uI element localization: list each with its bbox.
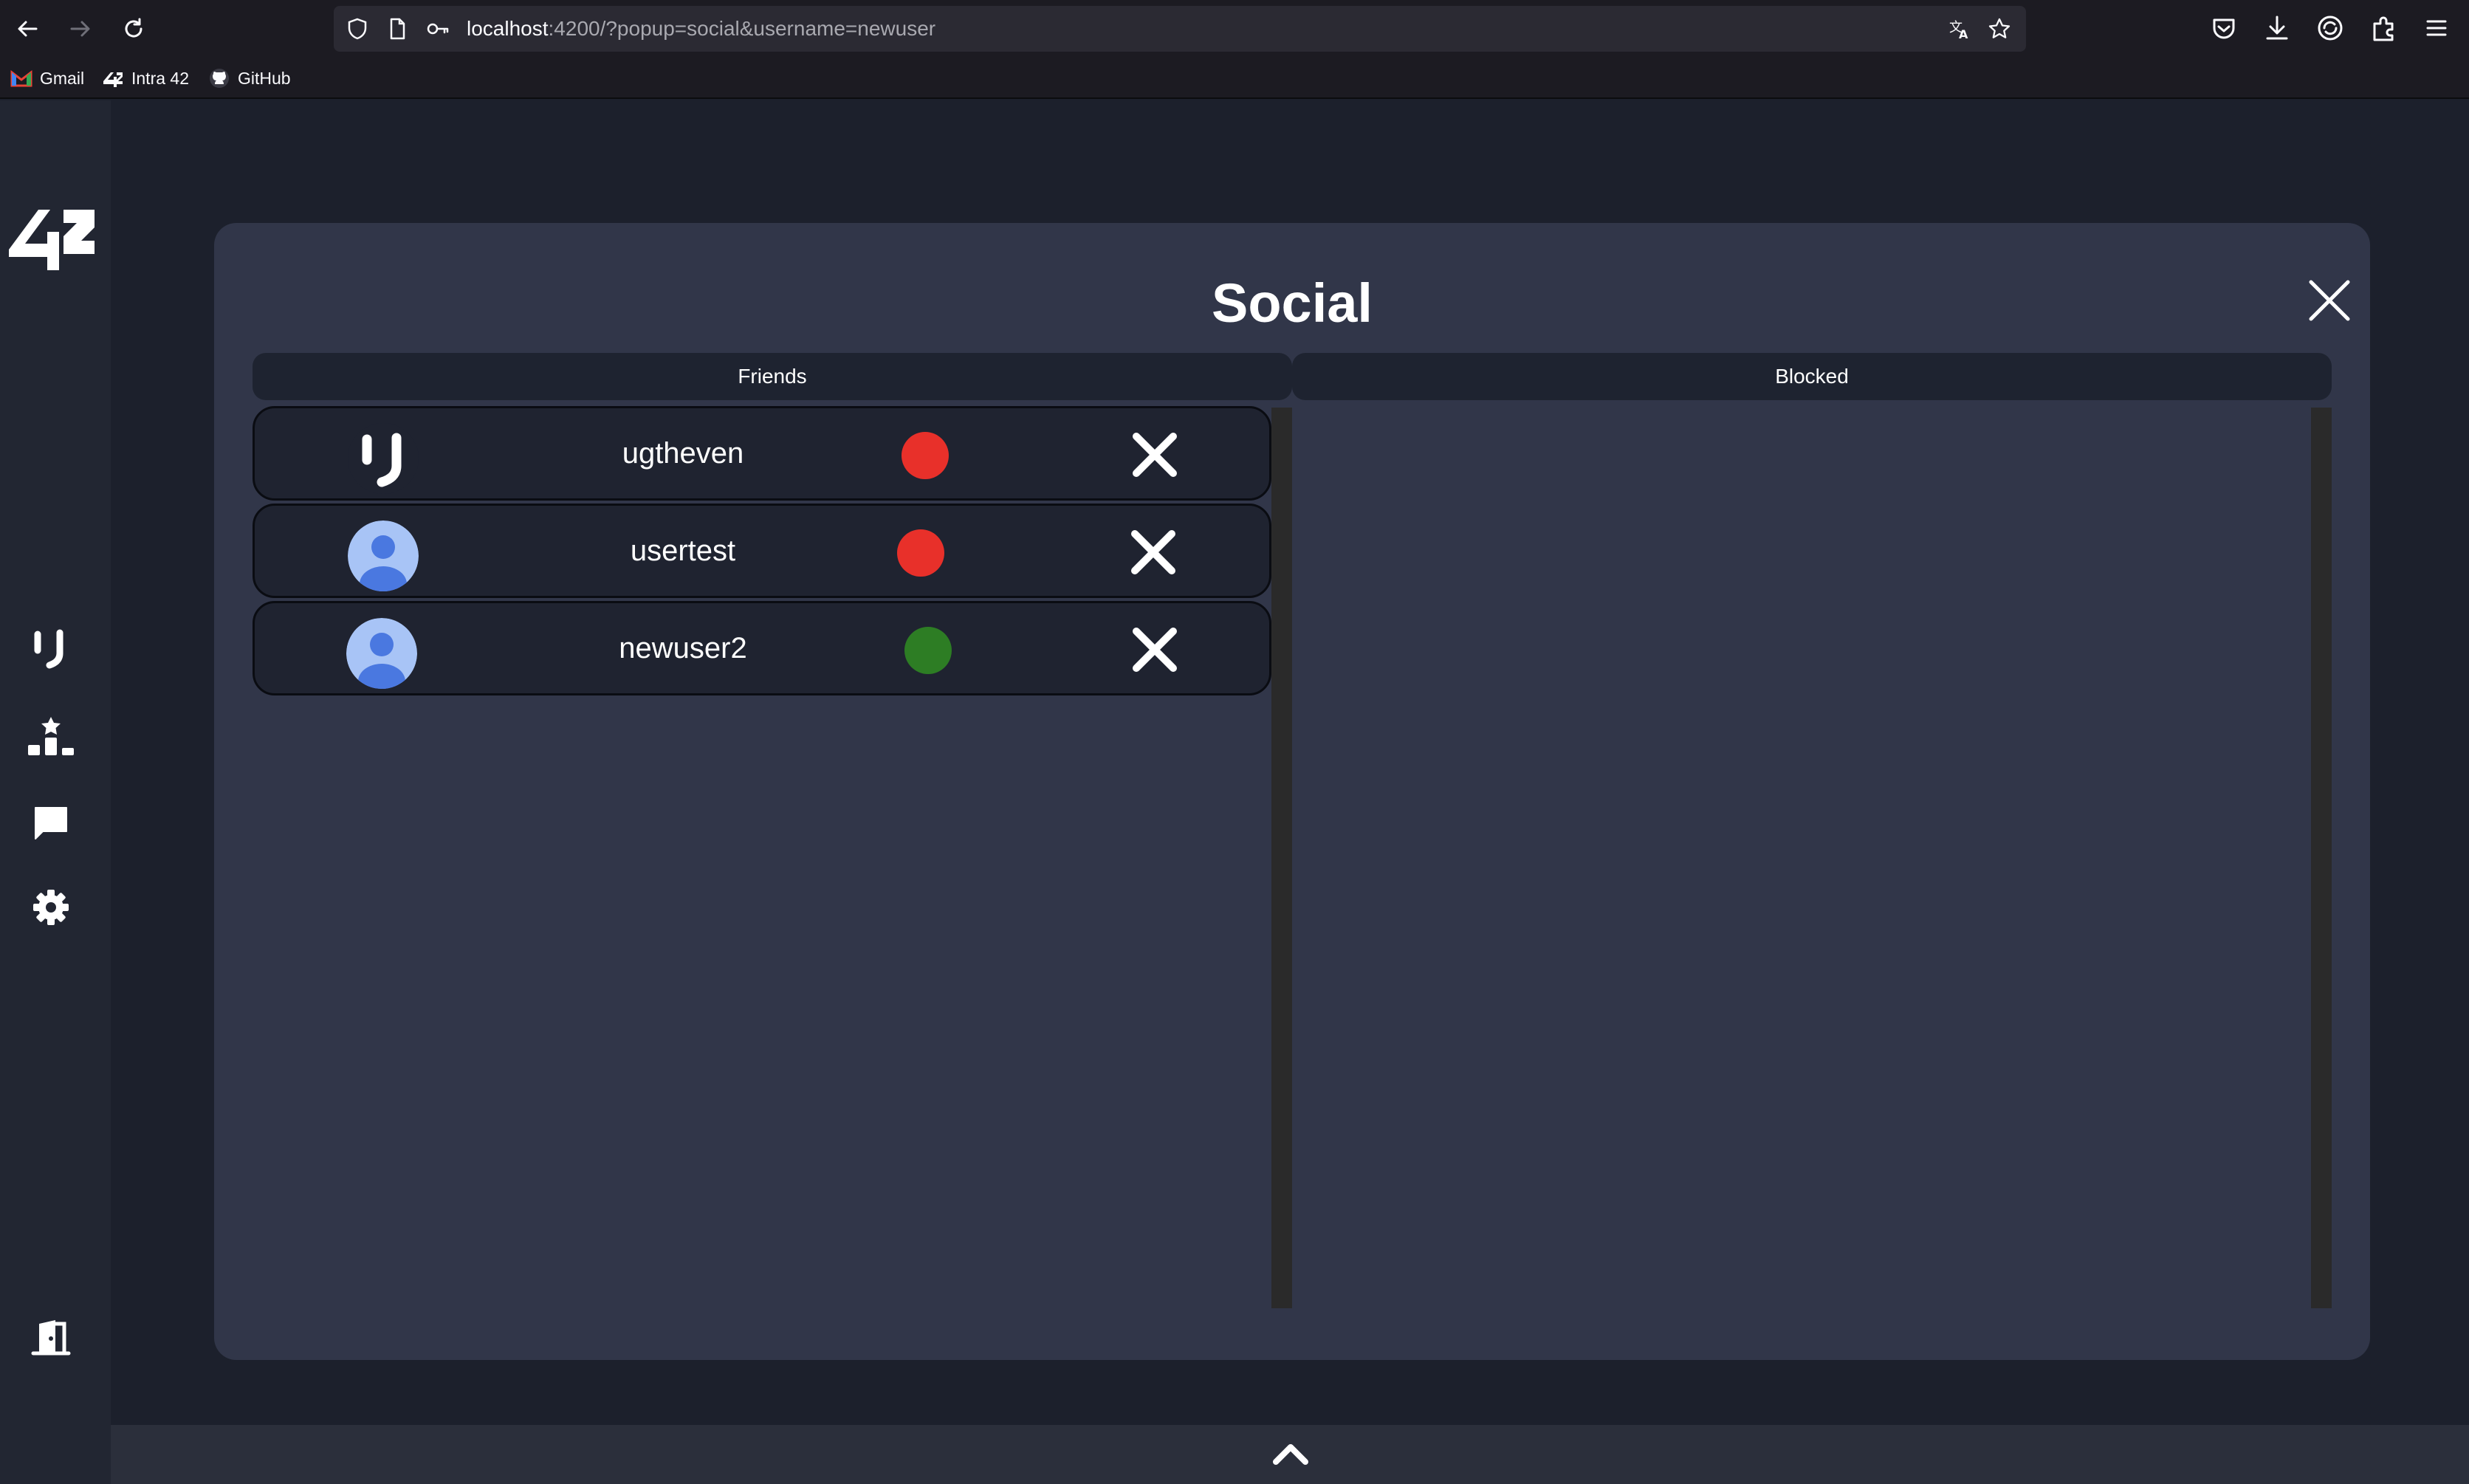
gmail-icon — [10, 69, 32, 87]
bookmark-label: GitHub — [238, 68, 291, 88]
chevron-up-icon[interactable] — [1271, 1438, 1310, 1468]
browser-toolbar: localhost:4200/?popup=social&username=ne… — [0, 0, 2469, 58]
friend-name[interactable]: ugtheven — [572, 408, 794, 498]
bookmark-star-icon[interactable] — [1988, 17, 2011, 41]
url-bar[interactable]: localhost:4200/?popup=social&username=ne… — [334, 6, 2026, 52]
bookmark-label: Intra 42 — [131, 68, 189, 88]
extensions-icon[interactable] — [2369, 13, 2398, 43]
friend-row: newuser2 — [253, 601, 1271, 695]
forward-icon[interactable] — [65, 13, 96, 44]
tab-blocked[interactable]: Blocked — [1292, 353, 2332, 400]
42-logo-avatar[interactable] — [348, 423, 419, 494]
chat-icon[interactable] — [27, 799, 75, 848]
remove-friend-icon[interactable] — [1130, 430, 1179, 479]
42-user-icon[interactable] — [27, 625, 75, 673]
bookmark-intra42[interactable]: Intra 42 — [102, 66, 189, 90]
account-sync-icon[interactable] — [2315, 13, 2345, 43]
github-icon — [210, 69, 229, 88]
friend-name[interactable]: newuser2 — [572, 603, 794, 693]
friend-name[interactable]: usertest — [572, 506, 794, 596]
modal-title: Social — [1212, 272, 1373, 334]
blocked-scrollbar[interactable] — [2311, 408, 2332, 1308]
bookmarks-bar: Gmail Intra 42 GitHub — [0, 58, 2469, 99]
reload-icon[interactable] — [118, 13, 149, 44]
shield-icon[interactable] — [346, 17, 369, 41]
page-icon — [385, 17, 409, 41]
remove-friend-icon[interactable] — [1129, 528, 1178, 577]
42-icon — [103, 72, 123, 87]
key-icon[interactable] — [425, 17, 449, 41]
default-person-avatar[interactable] — [346, 618, 417, 689]
remove-friend-icon[interactable] — [1130, 625, 1179, 674]
tab-friends[interactable]: Friends — [253, 353, 1292, 400]
friend-row: ugtheven — [253, 406, 1271, 501]
settings-gear-icon[interactable] — [27, 883, 75, 932]
42-logo[interactable] — [7, 207, 96, 270]
menu-icon[interactable] — [2422, 13, 2451, 43]
friend-row: usertest — [253, 504, 1271, 598]
social-modal: Social Friends Blocked ugtheven usertest — [214, 223, 2370, 1360]
status-offline-dot — [897, 529, 944, 577]
status-online-dot — [904, 627, 952, 674]
translate-icon[interactable]: 文A — [1948, 17, 1971, 41]
bookmark-label: Gmail — [40, 68, 85, 88]
bottom-bar — [111, 1425, 2469, 1484]
default-person-avatar[interactable] — [348, 521, 419, 591]
url-text[interactable]: localhost:4200/?popup=social&username=ne… — [467, 6, 935, 52]
friends-scrollbar[interactable] — [1271, 408, 1292, 1308]
logout-door-icon[interactable] — [27, 1313, 75, 1361]
close-icon[interactable] — [2304, 275, 2355, 326]
bookmark-gmail[interactable]: Gmail — [10, 66, 84, 90]
leaderboard-icon[interactable] — [27, 712, 75, 760]
back-icon[interactable] — [12, 13, 43, 44]
download-icon[interactable] — [2262, 13, 2292, 43]
bookmark-github[interactable]: GitHub — [208, 66, 291, 90]
status-offline-dot — [902, 432, 949, 479]
sidebar — [0, 100, 111, 1484]
svg-text:A: A — [1959, 27, 1968, 41]
pocket-icon[interactable] — [2209, 13, 2239, 43]
